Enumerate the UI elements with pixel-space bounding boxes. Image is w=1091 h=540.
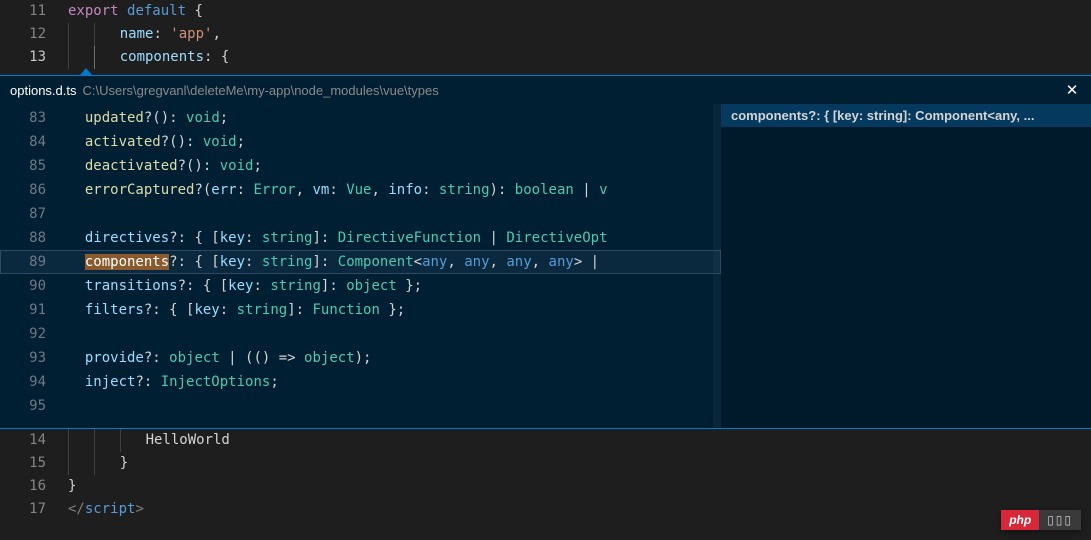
indent-guide [68,23,77,46]
code-line[interactable]: 91 filters?: { [key: string]: Function }… [0,298,721,322]
peek-header: options.d.ts C:\Users\gregvanl\deleteMe\… [0,75,1091,104]
peek-filepath: C:\Users\gregvanl\deleteMe\my-app\node_m… [83,83,439,98]
indent-guide [94,452,103,475]
code-content[interactable]: export default { [68,0,1091,23]
line-number: 15 [0,452,68,475]
indent-guide [94,23,103,46]
code-content[interactable]: errorCaptured?(err: Error, vm: Vue, info… [68,178,721,202]
code-content[interactable]: inject?: InjectOptions; [68,370,721,394]
line-number: 91 [0,298,68,322]
line-number: 89 [0,250,68,274]
line-number: 83 [0,106,68,130]
code-content[interactable] [68,202,721,226]
peek-pointer [80,68,92,75]
code-line[interactable]: 93 provide?: object | (() => object); [0,346,721,370]
indent-guide [94,46,103,69]
code-content[interactable]: </script> [68,498,1091,521]
bottom-editor[interactable]: 14 HelloWorld15 }16}17</script> [0,429,1091,521]
code-content[interactable] [68,394,721,418]
code-content[interactable] [68,322,721,346]
line-number: 12 [0,23,68,46]
peek-view: 83 updated?(): void;84 activated?(): voi… [0,104,1091,429]
code-line[interactable]: 14 HelloWorld [0,429,1091,452]
code-line[interactable]: 85 deactivated?(): void; [0,154,721,178]
code-content[interactable]: transitions?: { [key: string]: object }; [68,274,721,298]
code-line[interactable]: 88 directives?: { [key: string]: Directi… [0,226,721,250]
code-line[interactable]: 15 } [0,452,1091,475]
line-number: 94 [0,370,68,394]
code-line[interactable]: 11export default { [0,0,1091,23]
top-editor[interactable]: 11export default {12 name: 'app',13 comp… [0,0,1091,69]
reference-text: components?: { [key: string]: Component<… [731,108,1034,123]
code-content[interactable]: filters?: { [key: string]: Function }; [68,298,721,322]
line-number: 93 [0,346,68,370]
code-content[interactable]: directives?: { [key: string]: DirectiveF… [68,226,721,250]
line-number: 17 [0,498,68,521]
code-line[interactable]: 17</script> [0,498,1091,521]
peek-filename: options.d.ts [10,83,77,98]
code-content[interactable]: components: { [68,46,1091,69]
code-line[interactable]: 13 components: { [0,46,1091,69]
watermark-badge: php ▯▯▯ [1001,510,1081,530]
line-number: 16 [0,475,68,498]
code-content[interactable]: components?: { [key: string]: Component<… [68,250,721,274]
code-line[interactable]: 16} [0,475,1091,498]
code-content[interactable]: activated?(): void; [68,130,721,154]
line-number: 95 [0,394,68,418]
code-content[interactable]: updated?(): void; [68,106,721,130]
indent-guide [68,46,77,69]
code-line[interactable]: 94 inject?: InjectOptions; [0,370,721,394]
line-number: 87 [0,202,68,226]
code-content[interactable]: HelloWorld [68,429,1091,452]
code-line[interactable]: 89 components?: { [key: string]: Compone… [0,250,721,274]
indent-guide [94,429,103,452]
line-number: 90 [0,274,68,298]
indent-guide [68,429,77,452]
code-content[interactable]: } [68,452,1091,475]
code-line[interactable]: 12 name: 'app', [0,23,1091,46]
indent-guide [120,429,129,452]
line-number: 92 [0,322,68,346]
watermark-left: php [1001,510,1039,530]
line-number: 14 [0,429,68,452]
peek-scrollbar[interactable] [713,104,721,428]
line-number: 88 [0,226,68,250]
code-line[interactable]: 95 [0,394,721,418]
indent-guide [68,452,77,475]
code-line[interactable]: 87 [0,202,721,226]
code-line[interactable]: 86 errorCaptured?(err: Error, vm: Vue, i… [0,178,721,202]
line-number: 13 [0,46,68,69]
code-line[interactable]: 83 updated?(): void; [0,106,721,130]
line-number: 11 [0,0,68,23]
code-line[interactable]: 90 transitions?: { [key: string]: object… [0,274,721,298]
code-content[interactable]: deactivated?(): void; [68,154,721,178]
code-content[interactable]: provide?: object | (() => object); [68,346,721,370]
code-line[interactable]: 92 [0,322,721,346]
code-content[interactable]: } [68,475,1091,498]
line-number: 86 [0,178,68,202]
close-icon[interactable]: ✕ [1063,81,1081,99]
code-line[interactable]: 84 activated?(): void; [0,130,721,154]
peek-editor[interactable]: 83 updated?(): void;84 activated?(): voi… [0,104,721,428]
peek-reference-item[interactable]: components?: { [key: string]: Component<… [721,104,1091,127]
code-content[interactable]: name: 'app', [68,23,1091,46]
editor-container: 11export default {12 name: 'app',13 comp… [0,0,1091,540]
peek-reference-list[interactable]: components?: { [key: string]: Component<… [721,104,1091,428]
line-number: 84 [0,130,68,154]
watermark-right: ▯▯▯ [1039,510,1081,530]
line-number: 85 [0,154,68,178]
